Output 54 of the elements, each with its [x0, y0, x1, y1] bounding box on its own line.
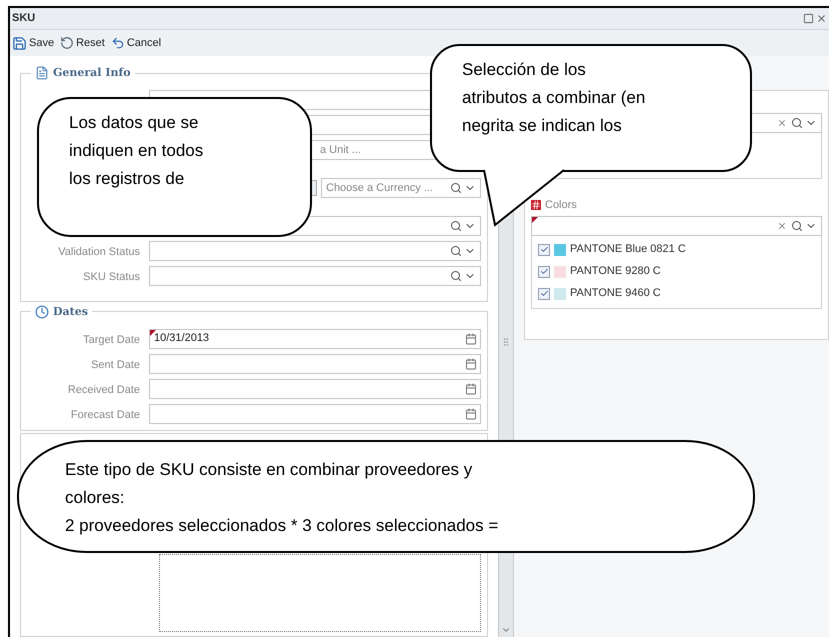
combo-field[interactable] — [149, 241, 481, 261]
floppy-icon — [12, 36, 27, 50]
calendar-icon[interactable] — [465, 382, 477, 394]
calendar-icon[interactable] — [465, 358, 477, 370]
calendar-icon[interactable] — [465, 332, 477, 344]
field-label: Sent Date — [91, 358, 140, 370]
field-label: Forecast Date — [70, 408, 140, 420]
color-name: PANTONE 9460 C — [570, 286, 661, 302]
checkbox[interactable] — [538, 288, 550, 300]
callout-tooltip: Los datos que se indiquen en todos los registros de — [37, 97, 312, 237]
calendar-icon[interactable] — [465, 408, 477, 420]
check-icon — [540, 267, 548, 276]
field-label: Validation Status — [58, 246, 140, 258]
toolbar-button[interactable]: Save — [12, 34, 54, 52]
undo-icon — [110, 36, 125, 50]
toolbar-button[interactable]: Reset — [60, 34, 105, 52]
close-icon[interactable] — [816, 13, 827, 24]
field-label: Received Date — [68, 384, 140, 396]
hash-icon — [531, 200, 541, 210]
date-field[interactable]: 10/31/2013 — [149, 328, 481, 348]
callout-tooltip: Este tipo de SKU consiste en combinar proveedores y colores: 2 proveedores seleccionados * 3 colores seleccionados = — [17, 440, 755, 553]
search-icon[interactable] — [450, 182, 462, 194]
checkbox[interactable] — [538, 244, 550, 256]
search-icon[interactable] — [450, 270, 462, 282]
combo-field[interactable] — [531, 216, 822, 236]
document-icon — [35, 66, 49, 80]
window-title: SKU — [12, 11, 36, 26]
search-icon[interactable] — [791, 220, 803, 232]
grip-icon[interactable] — [501, 336, 511, 346]
color-name: PANTONE 9280 C — [570, 264, 661, 280]
field-label: SKU Status — [83, 271, 140, 283]
check-icon — [540, 245, 548, 254]
combo-field[interactable] — [149, 266, 481, 286]
date-field[interactable] — [149, 378, 481, 398]
search-icon[interactable] — [791, 117, 803, 129]
search-icon[interactable] — [450, 245, 462, 257]
check-icon — [540, 289, 548, 298]
currency-combo[interactable]: Choose a Currency ... — [321, 178, 481, 198]
section-title: General Info — [53, 65, 131, 81]
section-title: Colors — [545, 198, 577, 213]
field-label: Target Date — [83, 334, 140, 346]
clear-icon[interactable] — [777, 118, 787, 128]
clock-icon — [35, 304, 49, 319]
date-field[interactable] — [149, 354, 481, 374]
maximize-icon[interactable] — [803, 13, 814, 24]
search-icon[interactable] — [450, 220, 462, 232]
reset-icon — [60, 36, 74, 50]
required-marker — [150, 330, 156, 336]
date-field[interactable] — [149, 404, 481, 424]
section-title: Dates — [53, 304, 88, 320]
clear-icon[interactable] — [777, 220, 787, 230]
toolbar-button[interactable]: Cancel — [110, 34, 162, 52]
color-name: PANTONE Blue 0821 C — [570, 242, 686, 258]
checkbox[interactable] — [538, 266, 550, 278]
